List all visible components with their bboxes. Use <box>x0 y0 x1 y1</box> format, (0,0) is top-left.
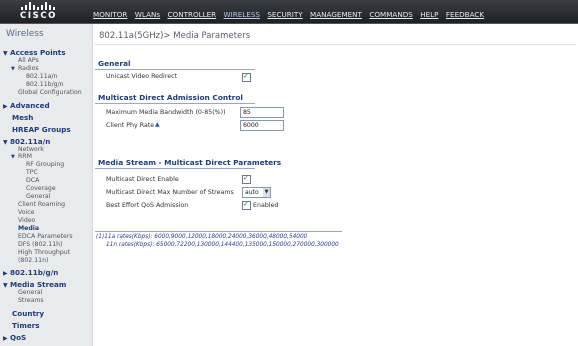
main-menu: MONITOR WLANs CONTROLLER WIRELESS SECURI… <box>93 0 492 23</box>
menu-commands[interactable]: COMMANDS <box>369 10 412 23</box>
title-divider <box>95 44 576 45</box>
sidebar-item-advanced[interactable]: ▶ Advanced <box>3 101 50 110</box>
menu-controller[interactable]: CONTROLLER <box>168 10 217 23</box>
sidebar-item-access-points[interactable]: ▼ Access Points <box>3 48 66 57</box>
best-effort-qos-enabled-text: Enabled <box>253 202 279 209</box>
main-content: 802.11a(5GHz)> Media Parameters General … <box>93 24 578 346</box>
section-general-divider <box>95 69 255 70</box>
checkmark-icon: ✓ <box>243 200 249 208</box>
chevron-down-icon: ▼ <box>263 188 270 197</box>
top-navigation-bar: CISCO MONITOR WLANs CONTROLLER WIRELESS … <box>0 0 578 24</box>
multicast-direct-enable-checkbox[interactable]: ✓ <box>242 174 251 184</box>
sidebar-item-general[interactable]: General <box>26 193 50 200</box>
cisco-logo-text: CISCO <box>20 11 57 21</box>
sidebar-item-media-stream[interactable]: ▼ Media Stream <box>3 280 66 289</box>
page-title: 802.11a(5GHz)> Media Parameters <box>99 31 251 41</box>
best-effort-qos-label: Best Effort QoS Admission <box>106 202 189 209</box>
expanded-arrow-icon: ▼ <box>3 282 8 289</box>
sidebar-item-high-throughput-sub[interactable]: (802.11n) <box>18 257 48 264</box>
max-media-bandwidth-input[interactable]: 85 <box>240 107 284 118</box>
sidebar-item-dca[interactable]: DCA <box>26 177 39 184</box>
sidebar-item-radio-a[interactable]: 802.11a/n <box>26 73 57 80</box>
checkmark-icon: ✓ <box>243 72 249 80</box>
sidebar-item-80211an[interactable]: ▼ 802.11a/n <box>3 137 50 146</box>
expanded-arrow-icon: ▼ <box>3 50 8 57</box>
menu-management[interactable]: MANAGEMENT <box>310 10 362 23</box>
sidebar-item-edca[interactable]: EDCA Parameters <box>18 233 73 240</box>
checkmark-icon: ✓ <box>243 174 249 182</box>
sidebar-item-timers[interactable]: Timers <box>12 321 40 330</box>
sidebar-item-tpc[interactable]: TPC <box>26 169 38 176</box>
max-streams-select[interactable]: auto ▼ <box>242 187 271 198</box>
client-phy-rate-label: Client Phy Rate <box>106 122 155 129</box>
menu-feedback[interactable]: FEEDBACK <box>446 10 484 23</box>
sidebar-item-media[interactable]: Media <box>18 225 39 232</box>
sidebar: Wireless ▼ Access Points All APs ▼ Radios … <box>0 24 93 346</box>
sidebar-item-ms-general[interactable]: General <box>18 289 42 296</box>
section-media-stream-heading: Media Stream - Multicast Direct Paramete… <box>98 158 282 167</box>
unicast-video-redirect-label: Unicast Video Redirect <box>106 73 178 80</box>
sidebar-item-coverage[interactable]: Coverage <box>26 185 56 192</box>
section-general-heading: General <box>98 59 131 68</box>
sidebar-item-country[interactable]: Country <box>12 309 44 318</box>
sidebar-item-network[interactable]: Network <box>18 146 44 153</box>
sidebar-item-global-config[interactable]: Global Configuration <box>18 89 82 96</box>
sidebar-item-client-roaming[interactable]: Client Roaming <box>18 201 65 208</box>
footnote-11n-rates: 11n rates(Kbps): 65000,72200,130000,1444… <box>106 242 339 248</box>
sidebar-item-hreap[interactable]: HREAP Groups <box>12 125 71 134</box>
expanded-arrow-icon: ▼ <box>11 154 15 160</box>
section-mdac-divider <box>95 103 255 104</box>
max-media-bandwidth-label: Maximum Media Bandwidth (0-85(%)) <box>106 109 226 116</box>
sidebar-item-ms-streams[interactable]: Streams <box>18 297 44 304</box>
section-mdac-heading: Multicast Direct Admission Control <box>98 93 243 102</box>
sidebar-item-high-throughput[interactable]: High Throughput <box>18 249 70 256</box>
footnote-divider <box>95 231 342 232</box>
sidebar-item-rrm[interactable]: ▼ RRM <box>11 153 32 160</box>
menu-help[interactable]: HELP <box>420 10 438 23</box>
unicast-video-redirect-checkbox[interactable]: ✓ <box>242 72 251 82</box>
collapsed-arrow-icon: ▶ <box>3 270 8 277</box>
sidebar-item-radios[interactable]: ▼ Radios <box>11 65 39 72</box>
max-streams-label: Multicast Direct Max Number of Streams <box>106 189 234 196</box>
sidebar-item-mesh[interactable]: Mesh <box>12 113 33 122</box>
collapsed-arrow-icon: ▶ <box>3 103 8 110</box>
expanded-arrow-icon: ▼ <box>11 66 15 72</box>
sidebar-title: Wireless <box>6 29 44 39</box>
section-media-stream-divider <box>95 168 255 169</box>
sidebar-item-dfs[interactable]: DFS (802.11h) <box>18 241 63 248</box>
menu-wireless[interactable]: WIRELESS <box>224 10 260 23</box>
footnote-11a-rates: (1)11a rates(Kbps): 6000,9000,12000,1800… <box>96 234 308 240</box>
client-phy-rate-input[interactable]: 6000 <box>240 120 284 131</box>
expanded-arrow-icon: ▼ <box>3 139 8 146</box>
sidebar-item-video[interactable]: Video <box>18 217 35 224</box>
cisco-logo: CISCO <box>17 2 77 22</box>
sidebar-item-all-aps[interactable]: All APs <box>18 57 39 64</box>
sidebar-item-qos[interactable]: ▶ QoS <box>3 333 26 342</box>
sidebar-item-voice[interactable]: Voice <box>18 209 34 216</box>
sidebar-item-rf-grouping[interactable]: RF Grouping <box>26 161 64 168</box>
sidebar-item-radio-bg[interactable]: 802.11b/g/n <box>26 81 64 88</box>
best-effort-qos-checkbox[interactable]: ✓ <box>242 200 251 210</box>
collapsed-arrow-icon: ▶ <box>3 335 8 342</box>
footnote-marker-icon: ▲ <box>155 121 160 128</box>
max-streams-value: auto <box>245 189 259 196</box>
multicast-direct-enable-label: Multicast Direct Enable <box>106 176 179 183</box>
menu-monitor[interactable]: MONITOR <box>93 10 127 23</box>
sidebar-item-80211bgn[interactable]: ▶ 802.11b/g/n <box>3 268 58 277</box>
menu-security[interactable]: SECURITY <box>267 10 302 23</box>
menu-wlans[interactable]: WLANs <box>135 10 160 23</box>
